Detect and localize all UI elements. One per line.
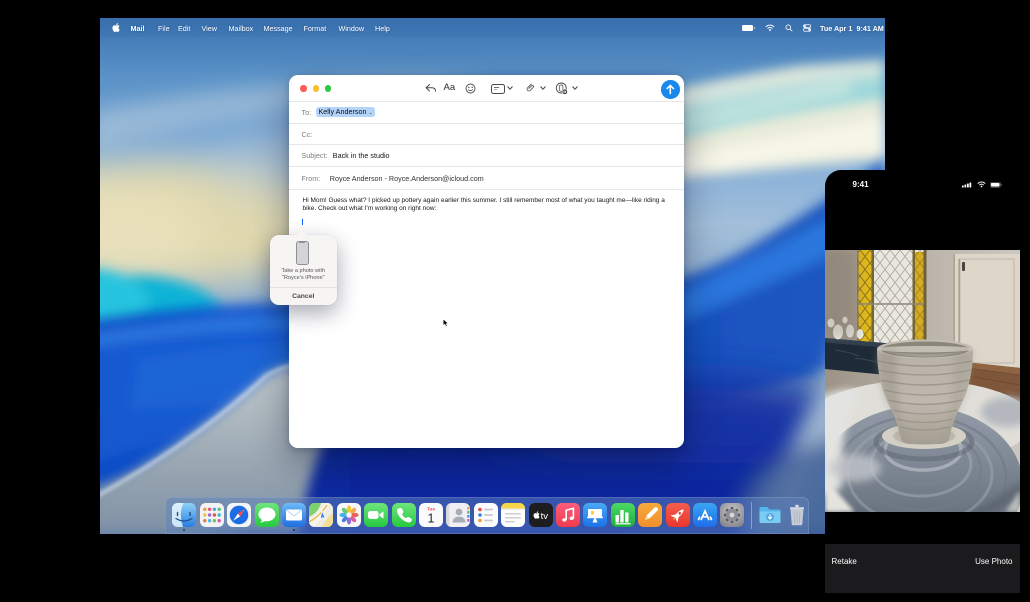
svg-text:1: 1 [428,511,435,525]
svg-text:tv: tv [540,511,548,522]
